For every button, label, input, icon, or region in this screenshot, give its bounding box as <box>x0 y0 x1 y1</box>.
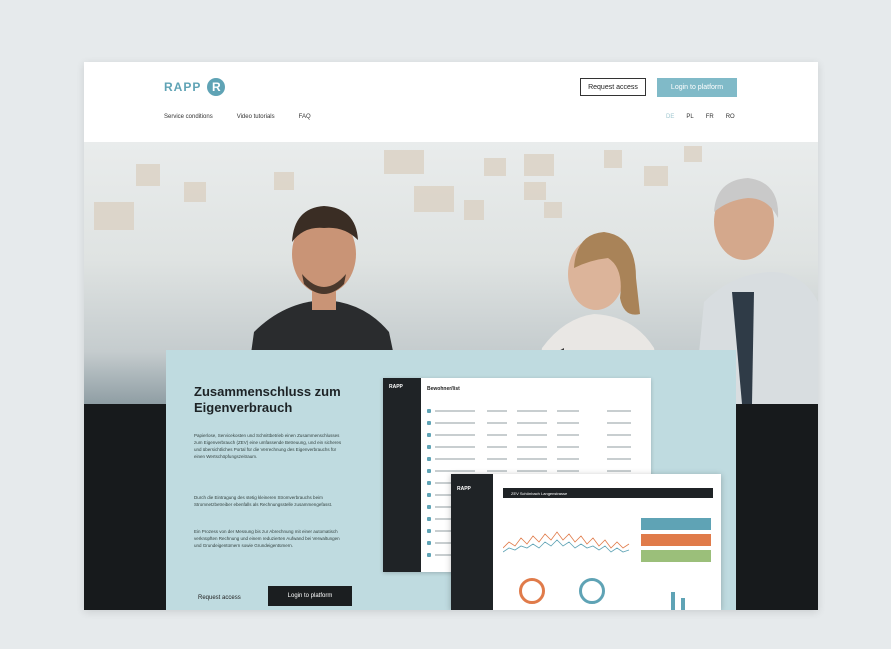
panel-login-button[interactable]: Login to platform <box>268 586 352 606</box>
nav-item-faq[interactable]: FAQ <box>299 114 311 120</box>
app-screenshot-dashboard: RAPP ZEV Schönbach Langenstrasse <box>451 474 721 610</box>
panel-request-access-button[interactable]: Request access <box>198 595 241 601</box>
lang-pl[interactable]: PL <box>686 114 693 120</box>
language-switcher: DE PL FR RO <box>666 114 735 120</box>
main-nav: Service conditions Video tutorials FAQ <box>164 114 311 120</box>
stat-card-1 <box>641 518 711 530</box>
nav-item-video-tutorials[interactable]: Video tutorials <box>237 114 275 120</box>
panel-title: Zusammenschluss zum Eigenverbrauch <box>194 384 341 415</box>
logo[interactable]: RAPP R <box>164 78 226 96</box>
nav-item-service-conditions[interactable]: Service conditions <box>164 114 213 120</box>
lang-fr[interactable]: FR <box>706 114 714 120</box>
gauge-1-icon <box>519 578 545 604</box>
bar-1 <box>671 592 675 610</box>
intro-panel: Zusammenschluss zum Eigenverbrauch Papie… <box>166 350 736 610</box>
bar-2 <box>681 598 685 610</box>
logo-badge-icon: R <box>207 78 226 96</box>
panel-paragraph-3: Ein Prozess von der Messung bis zur Abre… <box>194 529 340 548</box>
login-button[interactable]: Login to platform <box>657 78 737 97</box>
app-list-title: Bewohner/list <box>427 386 460 392</box>
dashboard-header: ZEV Schönbach Langenstrasse <box>503 488 713 498</box>
stat-card-2 <box>641 534 711 546</box>
dashboard-sidebar: RAPP <box>451 474 493 610</box>
app-logo: RAPP <box>389 384 403 390</box>
stat-card-3 <box>641 550 711 562</box>
consumption-chart <box>503 531 630 553</box>
panel-paragraph-1: Papierlose, Servicekosten und Schnittbet… <box>194 433 342 459</box>
logo-text: RAPP <box>164 80 202 94</box>
dashboard-logo: RAPP <box>457 486 471 492</box>
website-preview: RAPP R Request access Login to platform … <box>84 62 818 610</box>
app-sidebar: RAPP <box>383 378 421 572</box>
request-access-button[interactable]: Request access <box>580 78 646 96</box>
panel-paragraph-2: Durch die Eintragung des stetig kleinere… <box>194 495 333 507</box>
lang-de[interactable]: DE <box>666 114 674 120</box>
lang-ro[interactable]: RO <box>726 114 735 120</box>
gauge-2-icon <box>579 578 605 604</box>
